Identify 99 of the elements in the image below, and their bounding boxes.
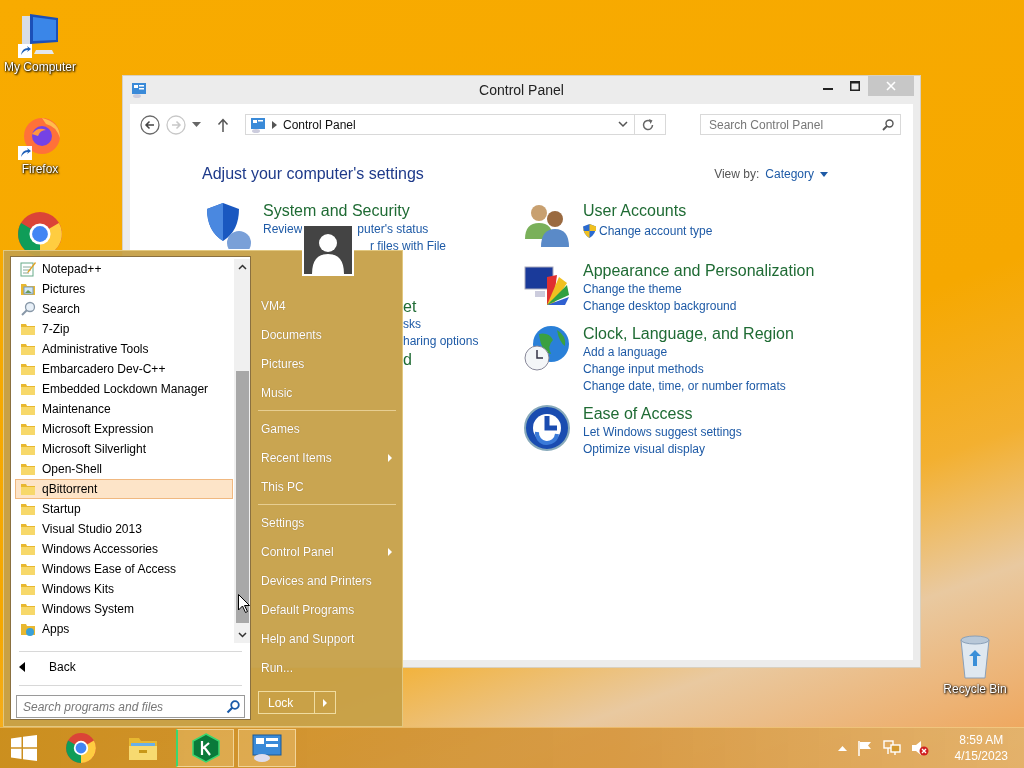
back-arrow-icon: [19, 662, 25, 672]
user-avatar[interactable]: [302, 224, 354, 276]
back-icon[interactable]: [140, 114, 160, 135]
category-link[interactable]: sks: [403, 316, 479, 333]
caret-icon[interactable]: [192, 121, 201, 128]
windows-logo-icon: [11, 735, 37, 761]
program-item[interactable]: Microsoft Expression: [15, 419, 233, 439]
folder-icon: [20, 401, 36, 417]
category-title[interactable]: System and Security: [263, 201, 479, 221]
program-item[interactable]: Notepad++: [15, 259, 233, 279]
maximize-icon: [849, 81, 860, 91]
category-link[interactable]: Change account type: [583, 221, 713, 241]
address-bar[interactable]: Control Panel: [245, 114, 666, 135]
program-item[interactable]: Startup: [15, 499, 233, 519]
category-title[interactable]: User Accounts: [583, 201, 713, 221]
folder-icon: [20, 581, 36, 597]
scroll-up-icon[interactable]: [237, 264, 247, 270]
refresh-icon[interactable]: [641, 117, 655, 132]
program-item[interactable]: Windows System: [15, 599, 233, 619]
uac-shield-icon: [583, 224, 596, 238]
scrollbar-thumb[interactable]: [235, 371, 249, 623]
category-title[interactable]: et: [403, 297, 479, 316]
minimize-icon: [822, 88, 833, 90]
dropdown-icon[interactable]: [618, 121, 628, 128]
back-button[interactable]: Back: [11, 657, 250, 677]
program-item[interactable]: Windows Ease of Access: [15, 559, 233, 579]
program-item[interactable]: Open-Shell: [15, 459, 233, 479]
submenu-arrow-icon: [388, 547, 392, 556]
folder-icon: [20, 561, 36, 577]
category-link[interactable]: Add a language: [583, 344, 794, 361]
program-item[interactable]: Visual Studio 2013: [15, 519, 233, 539]
folder-icon: [20, 601, 36, 617]
category-link[interactable]: Change date, time, or number formats: [583, 378, 794, 395]
submenu-arrow-icon: [388, 453, 392, 462]
program-item[interactable]: Microsoft Silverlight: [15, 439, 233, 459]
category-link[interactable]: Change desktop background: [583, 298, 815, 315]
browser-icon: [66, 733, 96, 763]
program-item[interactable]: Maintenance: [15, 399, 233, 419]
category-title[interactable]: Clock, Language, and Region: [583, 324, 794, 344]
view-by-label: View by:: [714, 167, 760, 181]
folder-icon: [20, 441, 36, 457]
category-link[interactable]: haring options: [403, 333, 479, 350]
category-link[interactable]: Let Windows suggest settings: [583, 424, 742, 441]
breadcrumb-arrow-icon: [272, 120, 277, 129]
scroll-down-icon[interactable]: [237, 632, 247, 638]
folder-icon: [20, 361, 36, 377]
accessibility-icon: [523, 404, 571, 452]
view-by-dropdown[interactable]: Category: [765, 167, 828, 181]
control-panel-icon: [250, 116, 266, 133]
folder-icon: [20, 541, 36, 557]
program-item[interactable]: Search: [15, 299, 233, 319]
category-link[interactable]: Review: [263, 221, 303, 238]
apps-folder-icon: [20, 621, 36, 637]
category-link[interactable]: r files with File: [370, 238, 446, 255]
taskbar-button[interactable]: [176, 729, 234, 767]
taskbar-button[interactable]: [238, 729, 296, 767]
hexagon-k-icon: [191, 733, 220, 763]
category-link[interactable]: Optimize visual display: [583, 441, 742, 458]
caret-icon: [820, 171, 828, 177]
folder-icon: [20, 501, 36, 517]
category-title[interactable]: d: [403, 350, 479, 369]
category-link[interactable]: Change input methods: [583, 361, 794, 378]
program-item[interactable]: Apps: [15, 619, 233, 639]
up-arrow-icon[interactable]: [217, 117, 229, 132]
category-link[interactable]: Change the theme: [583, 281, 815, 298]
category-link[interactable]: puter's status: [357, 221, 429, 238]
category-title[interactable]: Appearance and Personalization: [583, 261, 815, 281]
close-icon: [886, 81, 896, 91]
folder-icon: [20, 381, 36, 397]
program-item[interactable]: Embedded Lockdown Manager: [15, 379, 233, 399]
folder-icon: [20, 521, 36, 537]
folder-icon: [20, 321, 36, 337]
program-item[interactable]: 7-Zip: [15, 319, 233, 339]
folder-icon: [20, 421, 36, 437]
program-item[interactable]: qBittorrent: [15, 479, 233, 499]
program-item[interactable]: Pictures: [15, 279, 233, 299]
program-item[interactable]: Windows Kits: [15, 579, 233, 599]
search-icon: [882, 119, 894, 131]
control-panel-icon: [131, 82, 147, 98]
program-item[interactable]: Embarcadero Dev-C++: [15, 359, 233, 379]
search-icon: [226, 700, 240, 714]
pictures-folder-icon: [20, 281, 36, 297]
page-heading: Adjust your computer's settings: [202, 165, 424, 183]
submenu-arrow-icon: [323, 698, 327, 707]
program-item[interactable]: Windows Accessories: [15, 539, 233, 559]
category-title[interactable]: Ease of Access: [583, 404, 742, 424]
speaker-muted-icon[interactable]: [910, 740, 929, 756]
globe-clock-icon: [523, 324, 571, 372]
notepad-icon: [20, 261, 36, 277]
folder-icon: [20, 461, 36, 477]
folder-icon: [20, 481, 36, 497]
folder-icon: [20, 341, 36, 357]
window-title: Control Panel: [479, 82, 564, 98]
control-panel-icon: [251, 733, 283, 763]
program-item[interactable]: Administrative Tools: [15, 339, 233, 359]
address-text: Control Panel: [283, 117, 357, 132]
search-icon: [20, 301, 36, 317]
person-silhouette-icon: [304, 226, 352, 274]
search-field[interactable]: Search programs and files: [16, 695, 245, 718]
